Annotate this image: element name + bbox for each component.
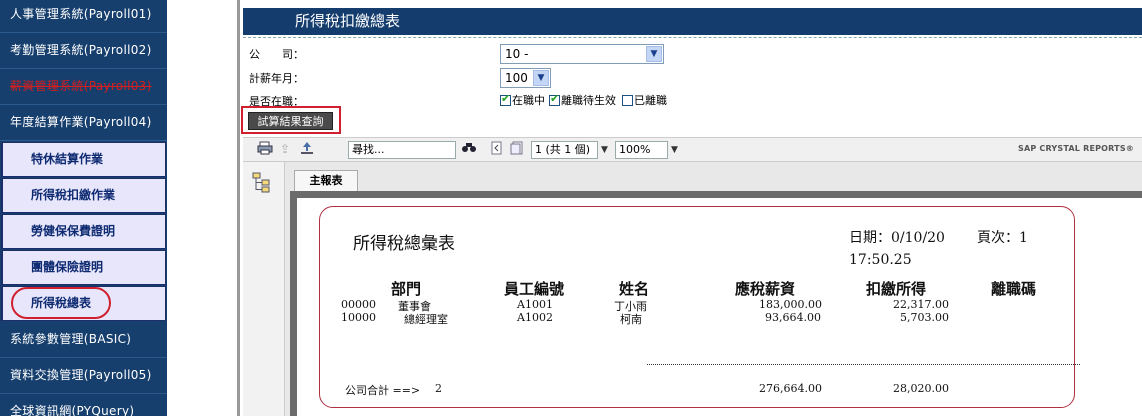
- sidebar-item-payroll[interactable]: 薪資管理系統(Payroll03): [0, 69, 167, 105]
- report-time: 17:50.25: [849, 252, 912, 268]
- trial-query-button[interactable]: 試算結果查詢: [248, 112, 333, 130]
- page-number-field[interactable]: 1 (共 1 個): [531, 141, 598, 159]
- table-cell-emp-id: A1001: [517, 298, 553, 311]
- column-header-dept: 部門: [391, 280, 422, 298]
- table-cell-salary: 93,664.00: [765, 311, 821, 324]
- sidebar-subitem-insurance-certificate[interactable]: 勞健保保費證明: [1, 214, 166, 249]
- title-underline: [243, 37, 1142, 38]
- checkbox-employed[interactable]: 在職中: [500, 92, 545, 108]
- report-title: 所得稅總彙表: [353, 234, 455, 254]
- report-page-number: 頁次：1: [977, 230, 1028, 246]
- total-salary: 276,664.00: [759, 382, 822, 395]
- payroll-month-value: 100: [505, 71, 528, 85]
- company-select[interactable]: 10 - ▼: [500, 44, 664, 64]
- table-cell-salary: 183,000.00: [759, 298, 822, 311]
- checkbox-employed-label: 在職中: [512, 94, 545, 107]
- report-page-frame: 所得稅總彙表 日期：0/10/20 頁次：1 17:50.25 部門 員工編號 …: [290, 191, 1142, 416]
- sidebar-subitem-group-insurance[interactable]: 團體保險證明: [1, 250, 166, 285]
- table-cell-withheld: 22,317.00: [893, 298, 949, 311]
- checkbox-resigned-label: 已離職: [634, 94, 667, 107]
- checkbox-resigned-box[interactable]: [622, 94, 633, 106]
- sidebar-subitem-tax-summary[interactable]: 所得稅總表: [1, 286, 166, 321]
- checkbox-employed-box[interactable]: [500, 92, 511, 106]
- export-icon[interactable]: ⇪: [276, 141, 294, 157]
- table-cell-dept-code: 00000: [341, 298, 376, 311]
- company-label: 公 司：: [249, 48, 304, 61]
- blank-gap: [167, 0, 237, 416]
- table-cell-dept-code: 10000: [341, 311, 376, 324]
- sidebar-subitem-tax-withholding[interactable]: 所得稅扣繳作業: [1, 178, 166, 213]
- payroll-month-select[interactable]: 100 ▼: [500, 68, 551, 88]
- query-button-highlight: 試算結果查詢: [241, 106, 341, 134]
- table-cell-name: 柯南: [620, 313, 642, 326]
- previous-page-icon[interactable]: [508, 141, 526, 157]
- group-tree-icon[interactable]: [252, 172, 272, 194]
- column-header-resign-code: 離職碼: [991, 280, 1037, 298]
- total-label: 公司合計 ==>: [345, 384, 421, 397]
- page-title-bar: 所得稅扣繳總表: [243, 8, 1142, 38]
- column-header-emp-id: 員工編號: [504, 280, 565, 298]
- sidebar-item-web-query[interactable]: 全球資訊網(PYQuery): [0, 394, 167, 416]
- binoculars-icon[interactable]: [460, 141, 478, 157]
- column-header-name: 姓名: [619, 280, 650, 298]
- column-header-salary: 應稅薪資: [735, 280, 796, 298]
- total-withheld: 28,020.00: [893, 382, 949, 395]
- checkbox-pending-resign-label: 離職待生效: [561, 94, 616, 107]
- chevron-down-icon: ▼: [646, 46, 662, 62]
- crystal-reports-logo: SAP CRYSTAL REPORTS®: [1018, 144, 1134, 153]
- print-icon[interactable]: [256, 141, 274, 157]
- checkbox-pending-resign[interactable]: 離職待生效: [549, 92, 616, 108]
- page-title: 所得稅扣繳總表: [295, 12, 401, 30]
- zoom-field[interactable]: 100%: [615, 141, 668, 159]
- sidebar-item-attendance[interactable]: 考勤管理系統(Payroll02): [0, 33, 167, 69]
- main-panel: 所得稅扣繳總表 公 司： 10 - ▼ 計薪年月： 100 ▼ 是否在職： 在職…: [240, 0, 1142, 416]
- sidebar-item-data-exchange[interactable]: 資料交換管理(Payroll05): [0, 358, 167, 394]
- table-cell-emp-id: A1002: [517, 311, 553, 324]
- sidebar: 人事管理系統(Payroll01) 考勤管理系統(Payroll02) 薪資管理…: [0, 0, 167, 416]
- column-header-withheld: 扣繳所得: [866, 280, 927, 298]
- page-dropdown-icon[interactable]: ▼: [601, 141, 608, 159]
- report-date: 日期：0/10/20: [849, 230, 945, 246]
- sidebar-item-personnel[interactable]: 人事管理系統(Payroll01): [0, 0, 167, 33]
- total-count: 2: [435, 382, 442, 395]
- report-viewer: 主報表 所得稅總彙表 日期：0/10/20 頁次：1 17:50.25 部門 員…: [285, 162, 1142, 416]
- zoom-dropdown-icon[interactable]: ▼: [671, 141, 678, 159]
- checkbox-resigned[interactable]: 已離職: [622, 92, 667, 108]
- table-cell-dept-name: 總經理室: [404, 313, 448, 326]
- total-separator: [647, 364, 1080, 365]
- chevron-down-icon: ▼: [533, 70, 549, 86]
- report-page: 所得稅總彙表 日期：0/10/20 頁次：1 17:50.25 部門 員工編號 …: [297, 198, 1142, 416]
- sidebar-item-basic[interactable]: 系統參數管理(BASIC): [0, 322, 167, 358]
- payroll-month-label: 計薪年月：: [249, 72, 304, 85]
- sidebar-item-year-end[interactable]: 年度結算作業(Payroll04): [0, 105, 167, 141]
- tab-main-report[interactable]: 主報表: [294, 170, 358, 191]
- search-input[interactable]: 尋找...: [348, 141, 456, 159]
- table-cell-withheld: 5,703.00: [900, 311, 949, 324]
- sidebar-subitem-leave-settlement[interactable]: 特休結算作業: [1, 142, 166, 177]
- upload-icon[interactable]: [298, 141, 316, 157]
- group-tree-panel: [243, 162, 285, 416]
- checkbox-pending-resign-box[interactable]: [549, 92, 560, 106]
- company-select-value: 10 -: [505, 47, 529, 61]
- first-page-icon[interactable]: [488, 141, 506, 157]
- report-toolbar: ⇪ 尋找... 1 (共 1 個) ▼ 100% ▼ SAP CRYSTAL R…: [243, 137, 1142, 162]
